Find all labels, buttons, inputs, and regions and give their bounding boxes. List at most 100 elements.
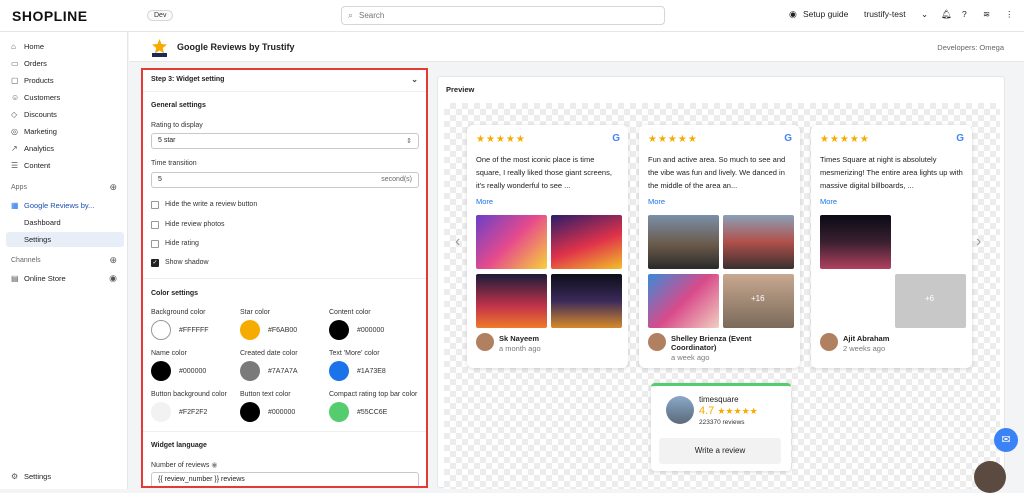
sidebar-item-settings[interactable]: ⚙ Settings: [6, 469, 124, 484]
sidebar-item-dashboard[interactable]: Dashboard: [6, 215, 124, 230]
sidebar-item-products[interactable]: ▢ Products: [6, 73, 124, 88]
checkbox-show-shadow[interactable]: ✓ Show shadow: [151, 258, 209, 268]
review-card[interactable]: ★★★★★ G Fun and active area. So much to …: [639, 125, 800, 368]
color-label: Text 'More' color: [329, 350, 380, 357]
eye-icon[interactable]: ◉: [109, 273, 117, 284]
review-photo[interactable]: [648, 215, 719, 269]
review-card[interactable]: ★★★★★ G One of the most iconic place is …: [467, 125, 628, 368]
sidebar-item-orders[interactable]: ▭ Orders: [6, 56, 124, 71]
review-photo[interactable]: [476, 274, 547, 328]
search-input[interactable]: [359, 9, 649, 22]
shopline-logo[interactable]: SHOPLINE: [12, 8, 88, 24]
sidebar-item-customers[interactable]: ☺ Customers: [6, 90, 124, 105]
more-link[interactable]: More: [820, 197, 837, 206]
store-selector[interactable]: trustify-test: [864, 9, 906, 19]
color-settings-title: Color settings: [151, 290, 199, 297]
write-review-button[interactable]: Write a review: [659, 438, 781, 464]
color-hex: #1A73E8: [357, 368, 386, 375]
transition-unit: second(s): [381, 176, 412, 183]
num-reviews-input[interactable]: {{ review_number }} reviews: [151, 472, 419, 486]
place-avatar: [666, 396, 694, 424]
chevron-down-icon[interactable]: ⌄: [921, 9, 928, 20]
review-photo[interactable]: [648, 274, 719, 328]
review-photo[interactable]: [551, 215, 622, 269]
color-hex: #000000: [268, 409, 296, 416]
more-link[interactable]: More: [648, 197, 665, 206]
color-swatch-button-text[interactable]: [240, 402, 260, 422]
transition-label: Time transition: [151, 160, 197, 167]
sidebar-item-marketing[interactable]: ◎ Marketing: [6, 124, 124, 139]
review-text: Fun and active area. So much to see and …: [648, 155, 786, 190]
customers-icon: ☺: [11, 93, 20, 102]
analytics-icon: ↗: [11, 144, 18, 153]
checkbox-hide-rating[interactable]: Hide rating: [151, 239, 199, 249]
sidebar-item-analytics[interactable]: ↗ Analytics: [6, 141, 124, 156]
divider: [143, 431, 426, 432]
bell-icon[interactable]: 🔔︎: [941, 9, 952, 20]
color-label: Content color: [329, 309, 371, 316]
color-swatch-content[interactable]: [329, 320, 349, 340]
sidebar-item-google-reviews[interactable]: ▦ Google Reviews by...: [6, 198, 124, 213]
checkbox[interactable]: [151, 240, 159, 248]
review-photo[interactable]: [476, 215, 547, 269]
color-label: Star color: [240, 309, 270, 316]
num-reviews-label: Number of reviews ◉: [151, 462, 218, 469]
review-photo[interactable]: [820, 215, 891, 269]
chevron-left-icon[interactable]: ‹: [455, 233, 460, 251]
google-icon: G: [956, 133, 964, 144]
color-swatch-date[interactable]: [240, 361, 260, 381]
color-swatch-button-bg[interactable]: [151, 402, 171, 422]
review-text: One of the most iconic place is time squ…: [476, 155, 612, 190]
checkmark-icon[interactable]: ✓: [151, 259, 159, 267]
add-app-icon[interactable]: ⊕: [109, 182, 117, 193]
user-avatar-bubble[interactable]: [974, 461, 1006, 493]
checkbox-hide-photos[interactable]: Hide review photos: [151, 220, 225, 230]
chat-icon[interactable]: ✉: [994, 428, 1018, 452]
setup-guide-link[interactable]: Setup guide: [803, 9, 848, 19]
checkbox[interactable]: [151, 201, 159, 209]
review-photo[interactable]: +6: [895, 274, 966, 328]
rating-select[interactable]: 5 star ⇕: [151, 133, 419, 149]
more-icon[interactable]: ⋮: [1005, 9, 1014, 20]
checkbox-hide-write-review[interactable]: Hide the write a review button: [151, 200, 257, 210]
setup-guide-icon[interactable]: ◉: [789, 9, 797, 20]
star-rating: ★★★★★: [648, 134, 698, 145]
color-label: Name color: [151, 350, 187, 357]
color-swatch-background[interactable]: [151, 320, 171, 340]
review-photo[interactable]: +16: [723, 274, 794, 328]
step-header[interactable]: Step 3: Widget setting ⌄: [143, 70, 426, 92]
color-swatch-star[interactable]: [240, 320, 260, 340]
trustify-logo: [151, 38, 168, 57]
color-swatch-more[interactable]: [329, 361, 349, 381]
color-swatch-name[interactable]: [151, 361, 171, 381]
add-channel-icon[interactable]: ⊕: [109, 255, 117, 266]
help-icon[interactable]: ?: [962, 9, 967, 19]
developer-label: Developers: Omega: [937, 43, 1004, 52]
reviewer-name: Shelley Brienza (Event Coordinator): [671, 334, 752, 352]
wifi-icon[interactable]: ≋: [983, 9, 990, 20]
more-link[interactable]: More: [476, 197, 493, 206]
review-photo[interactable]: [551, 274, 622, 328]
checkbox[interactable]: [151, 221, 159, 229]
preview-title: Preview: [446, 85, 475, 94]
review-count: 223370 reviews: [699, 419, 745, 426]
search-bar[interactable]: ⌕: [341, 6, 665, 25]
color-hex: #55CC6E: [357, 409, 388, 416]
review-photo[interactable]: [723, 215, 794, 269]
chevron-right-icon[interactable]: ›: [976, 233, 981, 251]
transition-input[interactable]: 5 second(s): [151, 172, 419, 188]
sidebar-item-home[interactable]: ⌂ Home: [6, 39, 124, 54]
sidebar-item-settings-app[interactable]: Settings: [6, 232, 124, 247]
sidebar-item-discounts[interactable]: ◇ Discounts: [6, 107, 124, 122]
review-card[interactable]: ★★★★★ G Times Square at night is absolut…: [811, 125, 972, 368]
eye-icon[interactable]: ◉: [211, 462, 217, 469]
star-rating: ★★★★★: [820, 134, 870, 145]
sidebar-item-online-store[interactable]: ▤ Online Store: [6, 271, 124, 286]
sidebar-item-content[interactable]: ☰ Content: [6, 158, 124, 173]
avatar: [648, 333, 666, 351]
sidebar: ⌂ Home ▭ Orders ▢ Products ☺ Customers ◇ Disc…: [0, 32, 128, 489]
home-icon: ⌂: [11, 42, 16, 51]
chevron-down-icon[interactable]: ⌄: [411, 75, 418, 84]
channels-section-title: Channels: [11, 257, 41, 264]
color-swatch-compact-bar[interactable]: [329, 402, 349, 422]
